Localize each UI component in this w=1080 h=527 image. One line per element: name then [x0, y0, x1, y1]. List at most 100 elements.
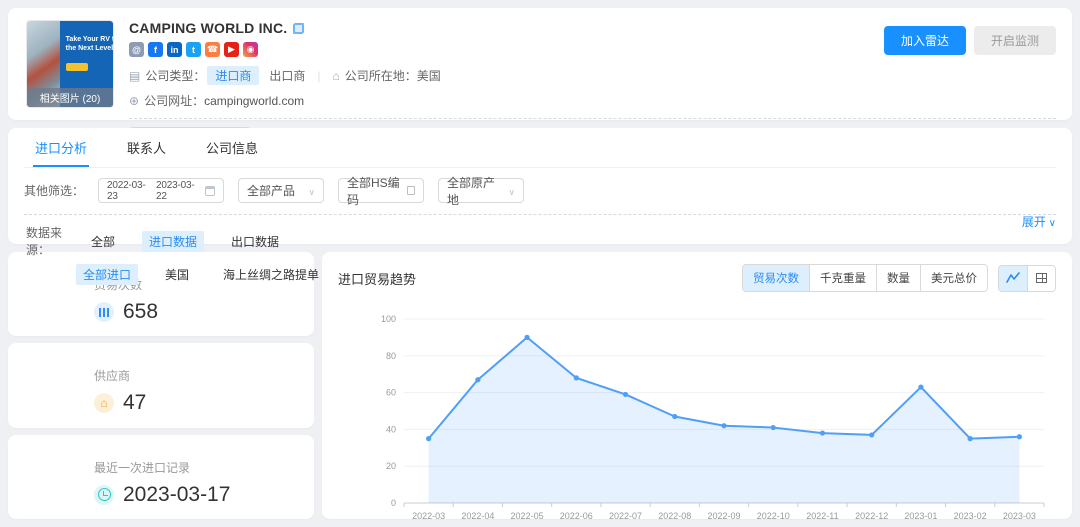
metric-quantity-button[interactable]: 数量 [876, 265, 920, 291]
date-end: 2023-03-22 [156, 180, 201, 202]
data-point[interactable] [968, 436, 973, 441]
data-point[interactable] [1017, 434, 1022, 439]
source-option-export[interactable]: 出口数据 [224, 231, 286, 252]
data-point[interactable] [524, 335, 529, 340]
scope-option-maritime-silkroad[interactable]: 海上丝绸之路提单 [216, 264, 326, 285]
website-icon[interactable]: @ [129, 42, 144, 57]
tab-company-info[interactable]: 公司信息 [204, 128, 260, 167]
tab-import-analysis[interactable]: 进口分析 [33, 128, 89, 167]
data-point[interactable] [475, 377, 480, 382]
banner-text: Take Your RV to [66, 35, 108, 44]
x-axis-label: 2022-12 [855, 511, 888, 519]
linkedin-icon[interactable]: in [167, 42, 182, 57]
x-axis-label: 2022-11 [806, 511, 838, 519]
stat-card-latest-import: 最近一次进口记录 2023-03-17 [8, 435, 314, 519]
divider [24, 214, 1056, 215]
metric-usd-total-button[interactable]: 美元总价 [920, 265, 987, 291]
twitter-icon[interactable]: t [186, 42, 201, 57]
importer-tag[interactable]: 进口商 [207, 66, 259, 85]
scope-option-all-import[interactable]: 全部进口 [76, 264, 138, 285]
date-range-picker[interactable]: 2022-03-23 2023-03-22 [98, 178, 224, 203]
divider [129, 118, 1056, 119]
stat-card-suppliers: 供应商 ⌂ 47 [8, 343, 314, 427]
source-option-import[interactable]: 进口数据 [142, 231, 204, 252]
data-point[interactable] [869, 432, 874, 437]
source-option-all[interactable]: 全部 [84, 231, 122, 252]
metric-button-group: 贸易次数 千克重量 数量 美元总价 [742, 264, 988, 292]
stat-value: 47 [123, 391, 146, 415]
stat-value: 2023-03-17 [123, 483, 230, 507]
related-images-caption[interactable]: 相关图片 (20) [27, 88, 113, 107]
instagram-icon[interactable]: ◉ [243, 42, 258, 57]
location-value: 美国 [417, 67, 441, 84]
x-axis-label: 2022-05 [511, 511, 544, 519]
x-axis-label: 2023-01 [904, 511, 937, 519]
globe-icon: ⊕ [129, 94, 139, 108]
exporter-tag[interactable]: 出口商 [269, 67, 305, 84]
phone-icon[interactable]: ☎ [205, 42, 220, 57]
date-start: 2022-03-23 [107, 180, 152, 202]
other-filters-label: 其他筛选： [24, 182, 84, 199]
x-axis-label: 2022-06 [560, 511, 593, 519]
data-point[interactable] [918, 384, 923, 389]
stat-label: 最近一次进口记录 [94, 459, 298, 476]
table-icon[interactable] [1027, 266, 1055, 291]
filters-card: 进口分析 联系人 公司信息 其他筛选： 2022-03-23 2023-03-2… [8, 128, 1072, 244]
data-point[interactable] [623, 392, 628, 397]
line-chart-icon[interactable] [999, 266, 1027, 291]
y-axis-label: 100 [381, 314, 396, 324]
x-axis-label: 2022-09 [707, 511, 740, 519]
data-point[interactable] [771, 425, 776, 430]
location-icon: ⌂ [333, 69, 340, 83]
banner-button [66, 63, 88, 71]
chevron-down-icon [308, 184, 315, 198]
x-axis-label: 2022-03 [412, 511, 445, 519]
add-radar-button[interactable]: 加入雷达 [884, 26, 966, 55]
scope-option-usa[interactable]: 美国 [158, 264, 196, 285]
expand-link[interactable]: 展开 [1022, 213, 1056, 230]
metric-kg-weight-button[interactable]: 千克重量 [809, 265, 876, 291]
hs-code-select[interactable]: 全部HS编码 [338, 178, 424, 203]
page: Take Your RV to the Next Level 相关图片 (20)… [0, 0, 1080, 527]
trend-chart-card: 进口贸易趋势 贸易次数 千克重量 数量 美元总价 [322, 252, 1072, 519]
data-point[interactable] [820, 430, 825, 435]
chevron-down-icon [508, 184, 515, 198]
clock-icon [94, 485, 114, 505]
facebook-icon[interactable]: f [148, 42, 163, 57]
website-value[interactable]: campingworld.com [204, 94, 304, 108]
monitor-button[interactable]: 开启监测 [974, 26, 1056, 55]
company-name: CAMPING WORLD INC. [129, 20, 287, 36]
bar-chart-icon [94, 302, 114, 322]
company-image[interactable]: Take Your RV to the Next Level 相关图片 (20) [26, 20, 114, 108]
stat-label: 供应商 [94, 367, 298, 384]
youtube-icon[interactable]: ▶ [224, 42, 239, 57]
location-label: 公司所在地： [345, 67, 417, 84]
shop-icon: ⌂ [94, 393, 114, 413]
x-axis-label: 2023-03 [1003, 511, 1036, 519]
tab-bar: 进口分析 联系人 公司信息 [24, 128, 1056, 168]
window-icon [407, 186, 415, 195]
hs-code-value: 全部HS编码 [347, 174, 403, 208]
trend-chart: 0204060801002022-032022-042022-052022-06… [338, 307, 1056, 519]
view-toggle-group [998, 265, 1056, 292]
tab-contacts[interactable]: 联系人 [125, 128, 168, 167]
banner-text: the Next Level [66, 44, 108, 53]
y-axis-label: 20 [386, 461, 396, 471]
data-point[interactable] [426, 436, 431, 441]
x-axis-label: 2022-10 [757, 511, 790, 519]
data-point[interactable] [574, 375, 579, 380]
origin-select[interactable]: 全部原产地 [438, 178, 524, 203]
copy-icon[interactable] [293, 23, 304, 34]
chart-title: 进口贸易趋势 [338, 269, 416, 288]
company-header-card: Take Your RV to the Next Level 相关图片 (20)… [8, 8, 1072, 120]
company-type-icon: ▤ [129, 69, 140, 83]
y-axis-label: 0 [391, 498, 396, 508]
website-label: 公司网址： [144, 92, 204, 109]
metric-trade-count-button[interactable]: 贸易次数 [743, 265, 809, 291]
stat-value: 658 [123, 300, 158, 324]
data-point[interactable] [721, 423, 726, 428]
x-axis-label: 2022-04 [461, 511, 494, 519]
product-select[interactable]: 全部产品 [238, 178, 324, 203]
data-point[interactable] [672, 414, 677, 419]
calendar-icon [205, 186, 215, 196]
